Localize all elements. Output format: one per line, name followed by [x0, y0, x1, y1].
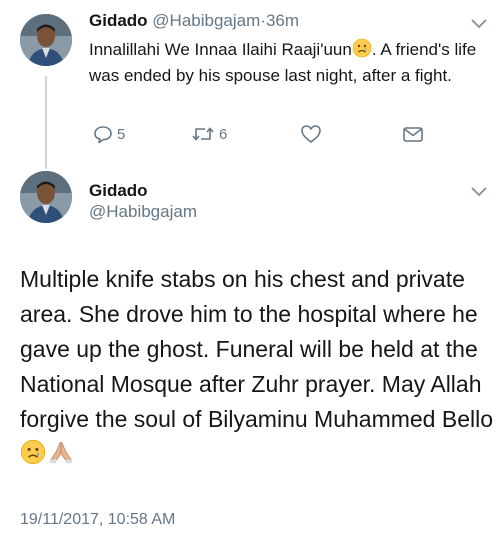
- sad-face-emoji: [20, 439, 46, 465]
- tweet-1-action-bar: 5 6: [89, 124, 429, 146]
- chevron-down-icon[interactable]: [470, 186, 488, 198]
- chevron-down-icon[interactable]: [470, 18, 488, 30]
- tweet-1-header: Gidado @Habibgajam·36m: [89, 11, 299, 31]
- avatar[interactable]: [20, 171, 72, 223]
- tweet-1-text-start: Innalillahi We Innaa Ilaihi Raaji'uun: [89, 40, 352, 59]
- heart-icon: [301, 125, 321, 143]
- sad-face-emoji: [352, 38, 372, 58]
- handle[interactable]: @Habibgajam: [89, 202, 197, 222]
- praying-hands-emoji: [49, 441, 73, 464]
- tweet-2-text: Multiple knife stabs on his chest and pr…: [20, 262, 495, 472]
- like-button[interactable]: [300, 124, 326, 144]
- reply-icon: [94, 126, 112, 144]
- retweet-icon: [192, 127, 214, 141]
- direct-message-button[interactable]: [402, 124, 424, 144]
- display-name[interactable]: Gidado: [89, 11, 148, 30]
- tweet-2-text-content: Multiple knife stabs on his chest and pr…: [20, 266, 494, 432]
- reply-count: 5: [117, 125, 126, 143]
- thread-connector-line: [45, 76, 47, 169]
- time-ago[interactable]: 36m: [266, 11, 299, 30]
- retweet-button[interactable]: 6: [191, 124, 227, 144]
- retweet-count: 6: [219, 125, 228, 143]
- avatar-photo: [20, 14, 72, 66]
- tweet-timestamp[interactable]: 19/11/2017, 10:58 AM: [20, 511, 175, 529]
- avatar-photo: [20, 171, 72, 223]
- message-icon: [403, 127, 423, 142]
- tweet-2-display-name-row: Gidado: [89, 181, 148, 201]
- avatar[interactable]: [20, 14, 72, 66]
- display-name[interactable]: Gidado: [89, 181, 148, 200]
- handle[interactable]: @Habibgajam: [152, 11, 260, 30]
- tweet-1-text: Innalillahi We Innaa Ilaihi Raaji'uun . …: [89, 37, 494, 89]
- reply-button[interactable]: 5: [93, 124, 125, 144]
